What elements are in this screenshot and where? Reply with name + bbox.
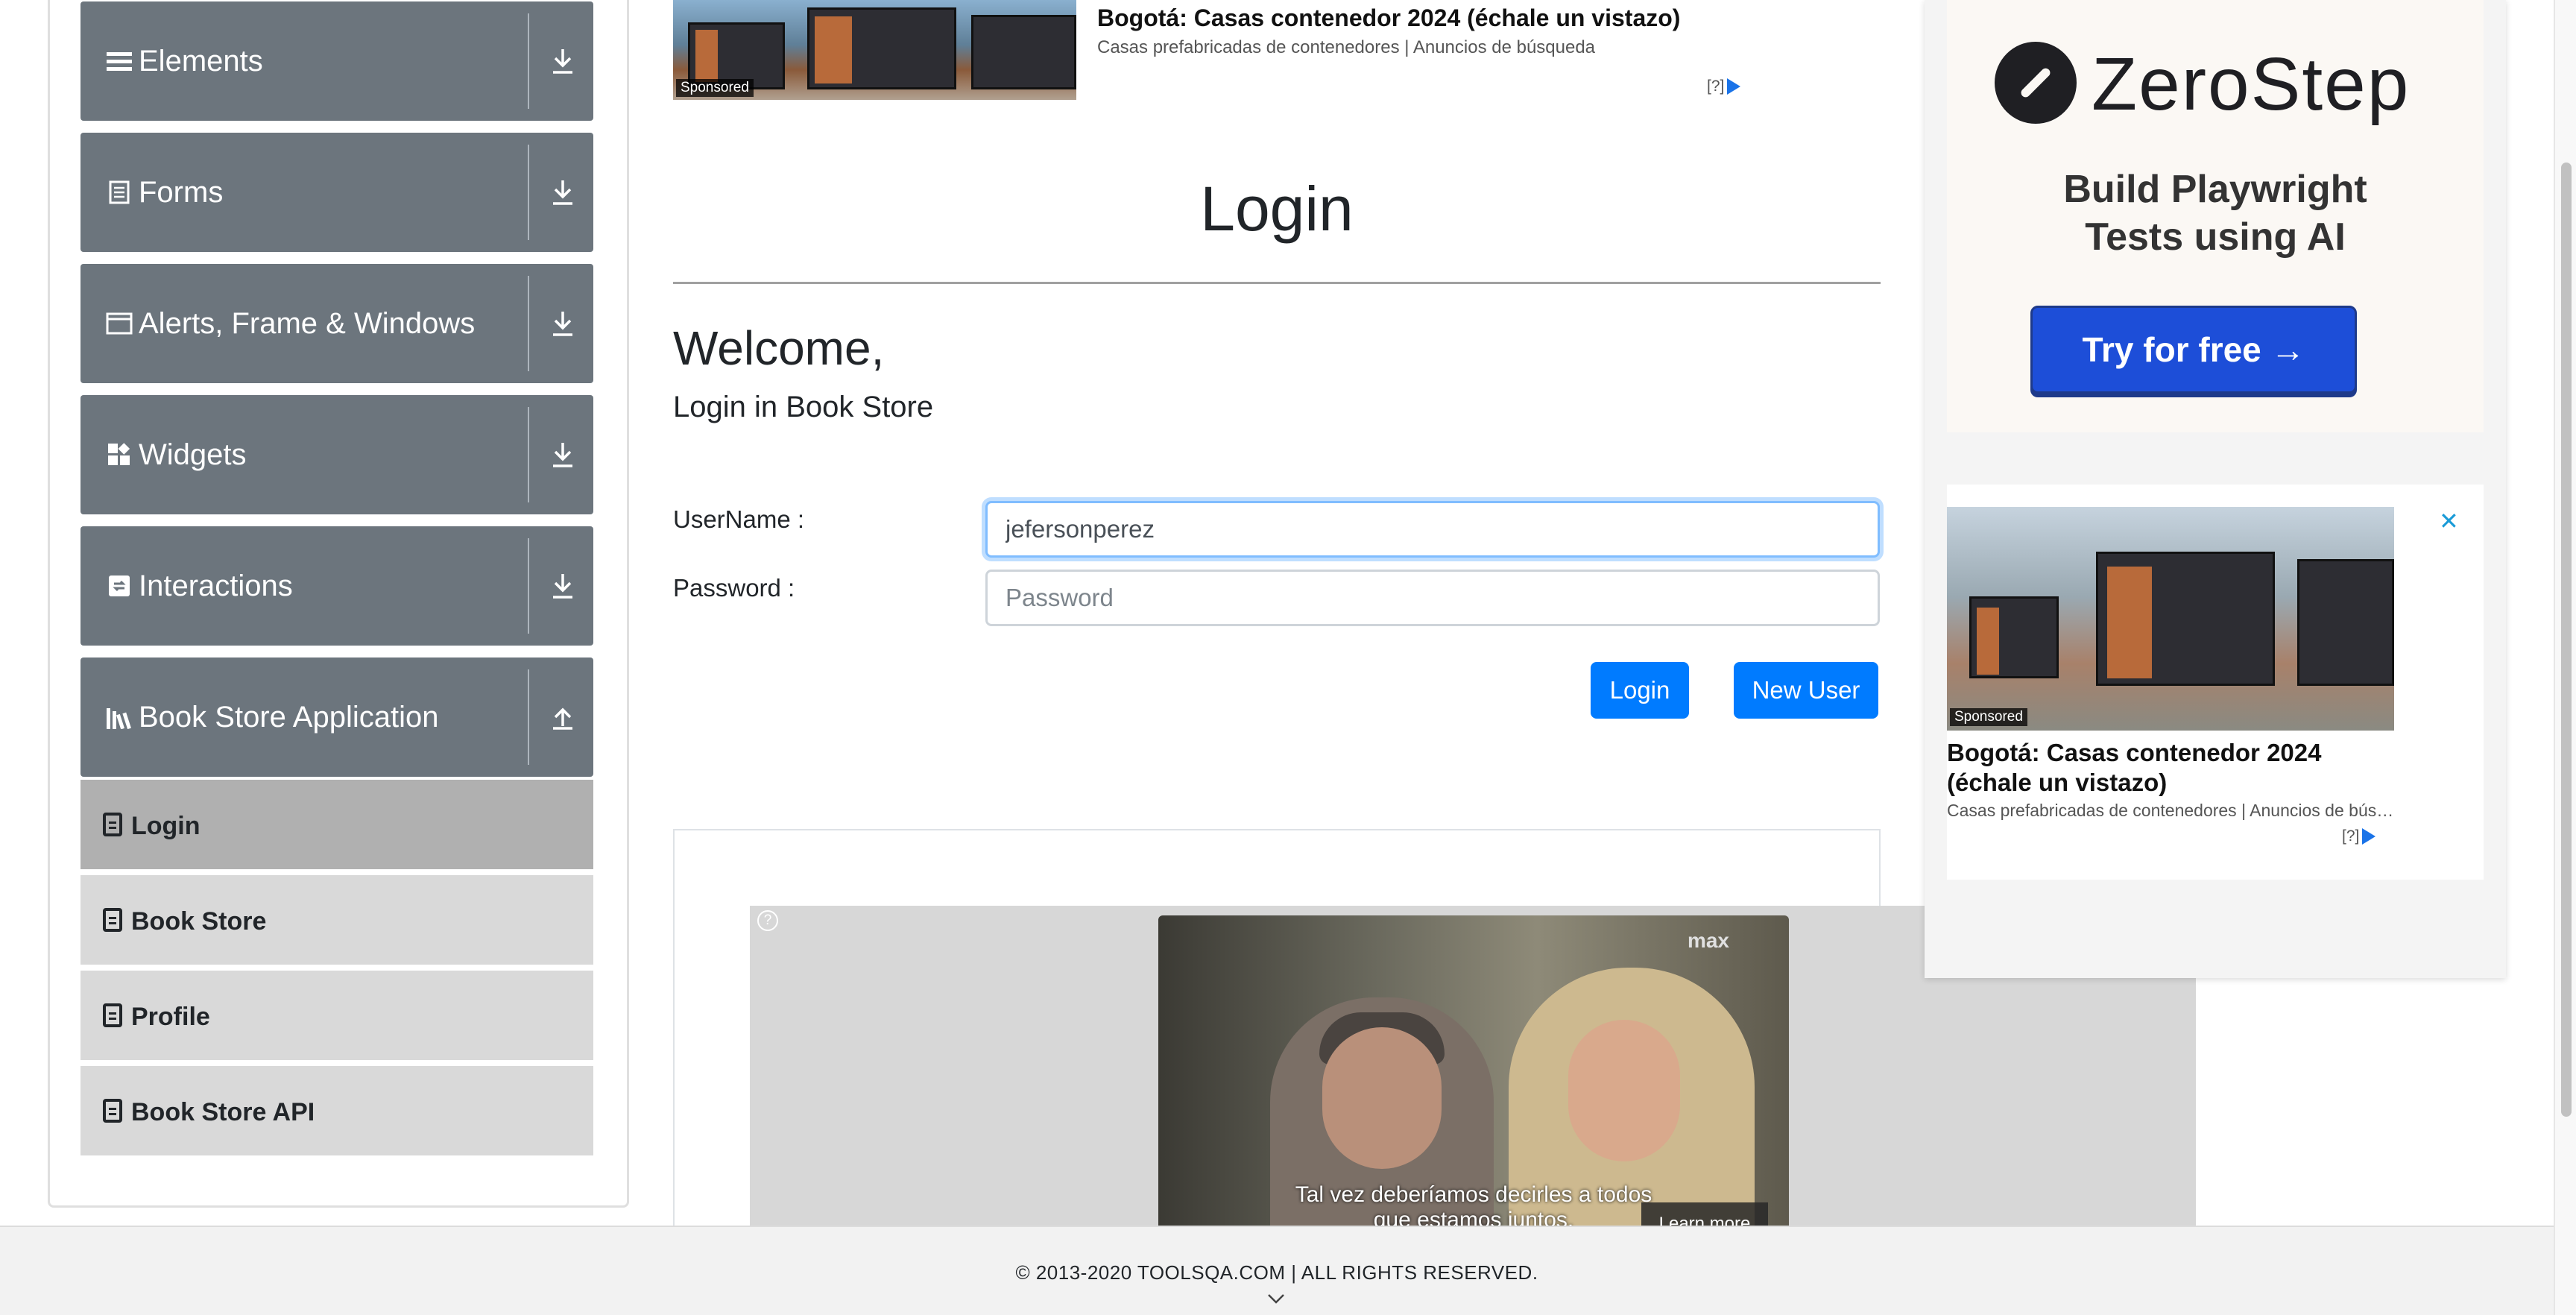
sidebar-group-label: Interactions	[139, 569, 293, 602]
username-input[interactable]	[985, 501, 1880, 558]
chevron-down-icon[interactable]	[1267, 1293, 1285, 1311]
welcome-heading: Welcome,	[673, 321, 885, 375]
html5-icon	[103, 1099, 122, 1123]
sidebar-group-widgets[interactable]: Widgets	[80, 395, 593, 514]
sidebar-item-label: Book Store	[131, 906, 267, 936]
right-ad-card[interactable]: Sponsored ✕ Bogotá: Casas contenedor 202…	[1947, 485, 2484, 880]
login-button[interactable]: Login	[1591, 662, 1689, 719]
sidebar-item-label: Login	[131, 811, 201, 840]
sidebar-item-book-store-api[interactable]: Book Store API	[80, 1066, 593, 1158]
sidebar-group-alerts[interactable]: Alerts, Frame & Windows	[80, 264, 593, 383]
sidebar-item-profile[interactable]: Profile	[80, 971, 593, 1063]
sponsored-badge: Sponsored	[1950, 708, 2027, 726]
expand-icon[interactable]	[537, 556, 589, 616]
sidebar-item-label: Profile	[131, 1002, 210, 1031]
divider	[528, 276, 529, 371]
window-icon	[106, 310, 133, 337]
sidebar-group-book-store[interactable]: Book Store Application	[80, 658, 593, 777]
sidebar-group-elements[interactable]: Elements	[80, 1, 593, 121]
zerostep-logo-icon	[1995, 42, 2077, 124]
footer: © 2013-2020 TOOLSQA.COM | ALL RIGHTS RES…	[0, 1226, 2554, 1315]
divider	[528, 669, 529, 765]
sidebar-group-forms[interactable]: Forms	[80, 133, 593, 252]
expand-icon[interactable]	[537, 425, 589, 485]
right-ad-title[interactable]: Bogotá: Casas contenedor 2024 (échale un…	[1947, 738, 2402, 798]
sidebar-item-label: Book Store API	[131, 1097, 315, 1126]
expand-icon[interactable]	[537, 294, 589, 353]
right-ad-subtitle: Casas prefabricadas de contenedores | An…	[1947, 801, 2394, 820]
top-ad-subtitle: Casas prefabricadas de contenedores | An…	[1097, 37, 1596, 57]
copyright-text: © 2013-2020 TOOLSQA.COM | ALL RIGHTS RES…	[1015, 1261, 1538, 1284]
top-ad-title[interactable]: Bogotá: Casas contenedor 2024 (échale un…	[1097, 4, 1680, 32]
adchoice-text: [?]	[2342, 827, 2360, 845]
help-icon[interactable]: ?	[757, 910, 778, 931]
document-icon	[106, 179, 133, 206]
widgets-icon	[106, 441, 133, 468]
right-ad[interactable]: ZeroStep Build Playwright Tests using AI…	[1925, 0, 2506, 978]
scrollbar[interactable]	[2554, 0, 2576, 1315]
interactions-icon	[106, 573, 133, 599]
adchoices-icon	[1727, 78, 1741, 95]
adchoices-icon	[2362, 828, 2376, 845]
html5-icon	[103, 908, 122, 932]
divider	[528, 13, 529, 109]
adchoice-text: [?]	[1707, 78, 1725, 95]
adchoices[interactable]: [?]	[1707, 78, 1741, 95]
sidebar-group-label: Forms	[139, 175, 224, 209]
divider	[528, 145, 529, 240]
html5-icon	[103, 1003, 122, 1027]
close-icon[interactable]: ✕	[2439, 507, 2459, 535]
username-label: UserName :	[673, 505, 805, 533]
password-input[interactable]	[985, 570, 1880, 626]
divider	[528, 407, 529, 502]
zerostep-banner[interactable]: ZeroStep Build Playwright Tests using AI…	[1947, 0, 2484, 432]
html5-icon	[103, 813, 122, 836]
tagline-line: Build Playwright	[2063, 168, 2367, 211]
collapse-icon[interactable]	[537, 687, 589, 747]
sidebar-group-label: Alerts, Frame & Windows	[139, 306, 476, 340]
page-title: Login	[1200, 174, 1354, 244]
sidebar-item-book-store[interactable]: Book Store	[80, 875, 593, 968]
new-user-button[interactable]: New User	[1734, 662, 1878, 719]
sidebar-item-login[interactable]: Login	[80, 780, 593, 872]
password-label: Password :	[673, 574, 795, 602]
library-icon	[106, 704, 133, 731]
top-ad-image[interactable]: Sponsored	[673, 0, 1076, 100]
try-free-button[interactable]: Try for free →	[2030, 306, 2357, 394]
divider	[673, 282, 1881, 284]
expand-icon[interactable]	[537, 31, 589, 91]
sidebar-group-label: Book Store Application	[139, 700, 439, 734]
sidebar-group-label: Widgets	[139, 438, 247, 471]
video-brand-logo: max	[1687, 929, 1729, 952]
right-ad-image[interactable]: Sponsored	[1947, 507, 2394, 731]
zerostep-brand: ZeroStep	[2092, 42, 2411, 126]
divider	[528, 538, 529, 634]
scrollbar-thumb[interactable]	[2561, 163, 2572, 1117]
sidebar-group-interactions[interactable]: Interactions	[80, 526, 593, 646]
adchoices[interactable]: [?]	[2342, 827, 2376, 845]
tagline-line: Tests using AI	[2085, 215, 2346, 259]
zerostep-tagline: Build Playwright Tests using AI	[1947, 165, 2484, 261]
hamburger-icon	[106, 48, 133, 75]
welcome-subheading: Login in Book Store	[673, 391, 934, 423]
sidebar-group-label: Elements	[139, 44, 263, 78]
sponsored-badge: Sponsored	[676, 79, 754, 97]
expand-icon[interactable]	[537, 163, 589, 222]
